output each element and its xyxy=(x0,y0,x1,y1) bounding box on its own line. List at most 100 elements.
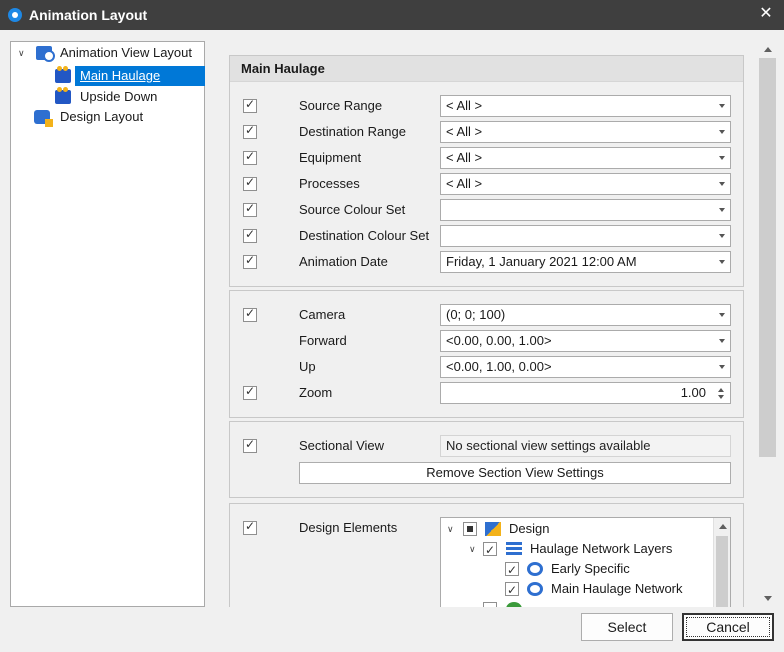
processes-checkbox[interactable] xyxy=(243,175,257,191)
design-tree-item-early-specific[interactable]: Early Specific xyxy=(441,559,711,580)
design-tree-label: Design xyxy=(509,521,550,536)
dropdown-arrow-icon xyxy=(719,156,725,160)
field-row-sectional-view: Sectional View No sectional view setting… xyxy=(230,435,743,457)
design-elements-checkbox[interactable] xyxy=(243,519,257,535)
field-row-destination-colour-set: Destination Colour Set xyxy=(230,225,743,247)
layout-tree[interactable]: ∨ Animation View Layout Main Haulage Ups… xyxy=(10,41,205,607)
source-colour-set-checkbox[interactable] xyxy=(243,201,257,217)
animation-date-checkbox[interactable] xyxy=(243,253,257,269)
animation-date-picker[interactable]: Friday, 1 January 2021 12:00 AM xyxy=(440,251,731,273)
tree-item-upside-down[interactable]: Upside Down xyxy=(55,87,205,107)
chevron-down-icon[interactable]: ∨ xyxy=(469,539,476,559)
design-tree-scrollbar[interactable] xyxy=(713,518,730,607)
design-tree-label: Main Haulage Network xyxy=(551,581,683,596)
source-range-checkbox[interactable] xyxy=(243,97,257,113)
destination-colour-set-dropdown[interactable] xyxy=(440,225,731,247)
scroll-thumb[interactable] xyxy=(759,58,776,457)
up-dropdown[interactable]: <0.00, 1.00, 0.00> xyxy=(440,356,731,378)
design-ruler-icon xyxy=(485,522,501,536)
chevron-down-icon[interactable]: ∨ xyxy=(18,43,30,63)
field-label: Destination Range xyxy=(299,124,406,139)
select-button[interactable]: Select xyxy=(581,613,673,641)
source-colour-set-dropdown[interactable] xyxy=(440,199,731,221)
scroll-up-icon[interactable] xyxy=(764,47,772,52)
design-tree-item-haulage-network-layers[interactable]: ∨ Haulage Network Layers xyxy=(441,539,711,560)
spin-up-icon[interactable] xyxy=(718,388,724,392)
network-layer-icon xyxy=(527,562,543,576)
tree-item-label: Animation View Layout xyxy=(60,45,193,60)
main-scrollbar[interactable] xyxy=(759,41,776,607)
spinbox-value: 1.00 xyxy=(680,385,706,400)
tree-item-label: Design Layout xyxy=(60,109,144,124)
sectional-view-checkbox[interactable] xyxy=(243,437,257,453)
remove-section-view-button[interactable]: Remove Section View Settings xyxy=(299,462,731,484)
chevron-down-icon[interactable]: ∨ xyxy=(447,519,454,539)
source-range-dropdown[interactable]: < All > xyxy=(440,95,731,117)
field-row-zoom: Zoom 1.00 xyxy=(230,382,743,404)
design-tree-item-design[interactable]: ∨ Design xyxy=(441,519,711,539)
dropdown-value: < All > xyxy=(446,150,483,165)
field-label: Up xyxy=(299,359,316,374)
tree-item-main-haulage[interactable]: Main Haulage xyxy=(55,66,205,86)
equipment-checkbox[interactable] xyxy=(243,149,257,165)
tree-item-design-layout[interactable]: Design Layout xyxy=(34,107,204,127)
design-elements-tree[interactable]: ∨ Design ∨ Haulage Network Layers Early … xyxy=(440,517,731,607)
field-row-processes: Processes < All > xyxy=(230,173,743,195)
design-tree-item-main-haulage-network[interactable]: Main Haulage Network xyxy=(441,579,711,600)
tree-item-animation-view-layout[interactable]: ∨ Animation View Layout xyxy=(18,43,203,63)
surface-layer-icon xyxy=(506,602,522,607)
field-row-camera: Camera (0; 0; 100) xyxy=(230,304,743,326)
dropdown-arrow-icon xyxy=(719,365,725,369)
equipment-dropdown[interactable]: < All > xyxy=(440,147,731,169)
dropdown-arrow-icon xyxy=(719,260,725,264)
zoom-spinbox[interactable]: 1.00 xyxy=(440,382,731,404)
destination-range-checkbox[interactable] xyxy=(243,123,257,139)
dropdown-arrow-icon xyxy=(719,208,725,212)
dropdown-arrow-icon xyxy=(719,339,725,343)
scroll-down-icon[interactable] xyxy=(764,596,772,601)
early-specific-checkbox[interactable] xyxy=(505,560,519,580)
haulage-network-layers-checkbox[interactable] xyxy=(483,540,497,560)
design-checkbox[interactable] xyxy=(463,522,477,536)
scroll-up-icon[interactable] xyxy=(719,524,727,529)
dropdown-value: <0.00, 0.00, 1.00> xyxy=(446,333,552,348)
destination-range-dropdown[interactable]: < All > xyxy=(440,121,731,143)
tree-item-label: Upside Down xyxy=(80,89,158,104)
main-settings-panel: Main Haulage Source Range < All > Destin… xyxy=(229,55,744,287)
destination-colour-set-checkbox[interactable] xyxy=(243,227,257,243)
camera-dropdown[interactable]: (0; 0; 100) xyxy=(440,304,731,326)
animation-view-icon xyxy=(36,46,55,62)
field-row-equipment: Equipment < All > xyxy=(230,147,743,169)
forward-dropdown[interactable]: <0.00, 0.00, 1.00> xyxy=(440,330,731,352)
camera-icon xyxy=(55,87,71,104)
layer-checkbox[interactable] xyxy=(483,602,497,607)
field-label: Equipment xyxy=(299,150,362,165)
design-tree-item-partial[interactable] xyxy=(441,599,711,607)
field-label: Destination Colour Set xyxy=(299,228,430,243)
field-label: Camera xyxy=(299,307,346,322)
field-label: Zoom xyxy=(299,385,333,400)
status-text: No sectional view settings available xyxy=(446,438,651,453)
network-layer-icon xyxy=(527,582,543,596)
processes-dropdown[interactable]: < All > xyxy=(440,173,731,195)
dropdown-value: < All > xyxy=(446,176,483,191)
field-row-source-range: Source Range < All > xyxy=(230,95,743,117)
title-bar: Animation Layout ✕ xyxy=(0,0,784,30)
panel-header: Main Haulage xyxy=(230,56,743,82)
cancel-button[interactable]: Cancel xyxy=(682,613,774,641)
design-tree-label: Early Specific xyxy=(551,561,630,576)
tree-item-label: Main Haulage xyxy=(75,66,205,86)
field-label: Sectional View xyxy=(299,438,385,453)
scroll-thumb[interactable] xyxy=(716,536,728,607)
app-icon xyxy=(8,8,22,22)
layers-icon xyxy=(506,542,522,556)
close-icon[interactable]: ✕ xyxy=(756,4,776,24)
dropdown-value: (0; 0; 100) xyxy=(446,307,506,322)
zoom-checkbox[interactable] xyxy=(243,384,257,400)
main-haulage-network-checkbox[interactable] xyxy=(505,580,519,600)
spin-down-icon[interactable] xyxy=(718,395,724,399)
camera-checkbox[interactable] xyxy=(243,306,257,322)
field-row-forward: Forward <0.00, 0.00, 1.00> xyxy=(230,330,743,352)
dropdown-arrow-icon xyxy=(719,234,725,238)
camera-icon xyxy=(55,66,71,83)
